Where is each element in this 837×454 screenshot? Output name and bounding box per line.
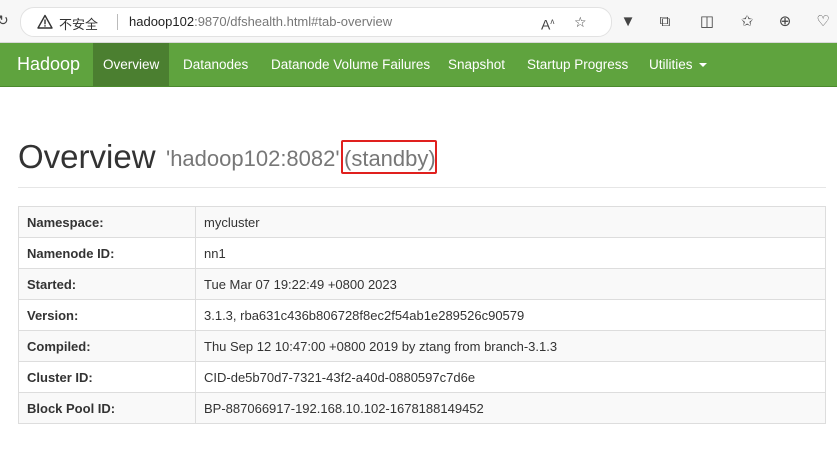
row-key: Version:: [18, 299, 196, 331]
table-row: Compiled: Thu Sep 12 10:47:00 +0800 2019…: [18, 330, 826, 362]
collections-icon[interactable]: ⊕: [776, 14, 794, 30]
browser-toolbar: ↻ 不安全 hadoop102:9870/dfshealth.html#tab-…: [0, 0, 837, 43]
warning-icon[interactable]: [37, 14, 53, 30]
row-value: nn1: [195, 237, 826, 269]
chevron-down-icon: [698, 63, 707, 68]
row-value: 3.1.3, rba631c436b806728f8ec2f54ab1e2895…: [195, 299, 826, 331]
split-screen-icon[interactable]: ◫: [698, 14, 716, 30]
nav-datanode-volume-failures[interactable]: Datanode Volume Failures: [271, 43, 430, 86]
annotation-highlight-box: [341, 140, 437, 174]
nav-snapshot[interactable]: Snapshot: [448, 43, 505, 86]
extensions-icon[interactable]: ⧉: [656, 14, 674, 30]
nav-startup-progress[interactable]: Startup Progress: [527, 43, 628, 86]
url-text[interactable]: hadoop102:9870/dfshealth.html#tab-overvi…: [129, 14, 392, 29]
namenode-host: 'hadoop102:8082': [166, 146, 340, 171]
browser-essentials-icon[interactable]: ♡: [814, 14, 832, 30]
address-bar[interactable]: 不安全 hadoop102:9870/dfshealth.html#tab-ov…: [20, 7, 612, 37]
table-row: Started: Tue Mar 07 19:22:49 +0800 2023: [18, 268, 826, 300]
read-aloud-icon[interactable]: Aʌ: [541, 14, 554, 33]
brand-logo[interactable]: Hadoop: [17, 43, 80, 86]
nav-utilities-label: Utilities: [649, 57, 693, 72]
row-value: mycluster: [195, 206, 826, 238]
nav-utilities-dropdown[interactable]: Utilities: [649, 43, 707, 86]
row-key: Namenode ID:: [18, 237, 196, 269]
reload-icon[interactable]: ↻: [0, 13, 11, 27]
table-row: Version: 3.1.3, rba631c436b806728f8ec2f5…: [18, 299, 826, 331]
favorites-icon[interactable]: ✩: [738, 14, 756, 30]
row-key: Cluster ID:: [18, 361, 196, 393]
favorite-star-icon[interactable]: ☆: [574, 14, 587, 30]
row-value: Tue Mar 07 19:22:49 +0800 2023: [195, 268, 826, 300]
page-title: Overview: [18, 138, 156, 175]
address-divider: [117, 14, 118, 30]
row-value: BP-887066917-192.168.10.102-167818814945…: [195, 392, 826, 424]
row-key: Compiled:: [18, 330, 196, 362]
url-host: hadoop102: [129, 14, 195, 29]
nav-overview[interactable]: Overview: [93, 43, 170, 86]
row-key: Started:: [18, 268, 196, 300]
row-key: Namespace:: [18, 206, 196, 238]
overview-table: Namespace: mycluster Namenode ID: nn1 St…: [18, 206, 826, 424]
row-value: Thu Sep 12 10:47:00 +0800 2019 by ztang …: [195, 330, 826, 362]
extension-vpn-icon[interactable]: ▼: [619, 14, 637, 30]
page-header: Overview 'hadoop102:8082' (standby): [18, 135, 826, 188]
top-navbar: Hadoop Overview Datanodes Datanode Volum…: [0, 43, 837, 87]
table-row: Block Pool ID: BP-887066917-192.168.10.1…: [18, 392, 826, 424]
nav-datanodes[interactable]: Datanodes: [183, 43, 248, 86]
row-value: CID-de5b70d7-7321-43f2-a40d-0880597c7d6e: [195, 361, 826, 393]
insecure-label[interactable]: 不安全: [59, 14, 98, 33]
table-row: Namespace: mycluster: [18, 206, 826, 238]
row-key: Block Pool ID:: [18, 392, 196, 424]
url-path: :9870/dfshealth.html#tab-overview: [194, 14, 393, 29]
table-row: Cluster ID: CID-de5b70d7-7321-43f2-a40d-…: [18, 361, 826, 393]
table-row: Namenode ID: nn1: [18, 237, 826, 269]
